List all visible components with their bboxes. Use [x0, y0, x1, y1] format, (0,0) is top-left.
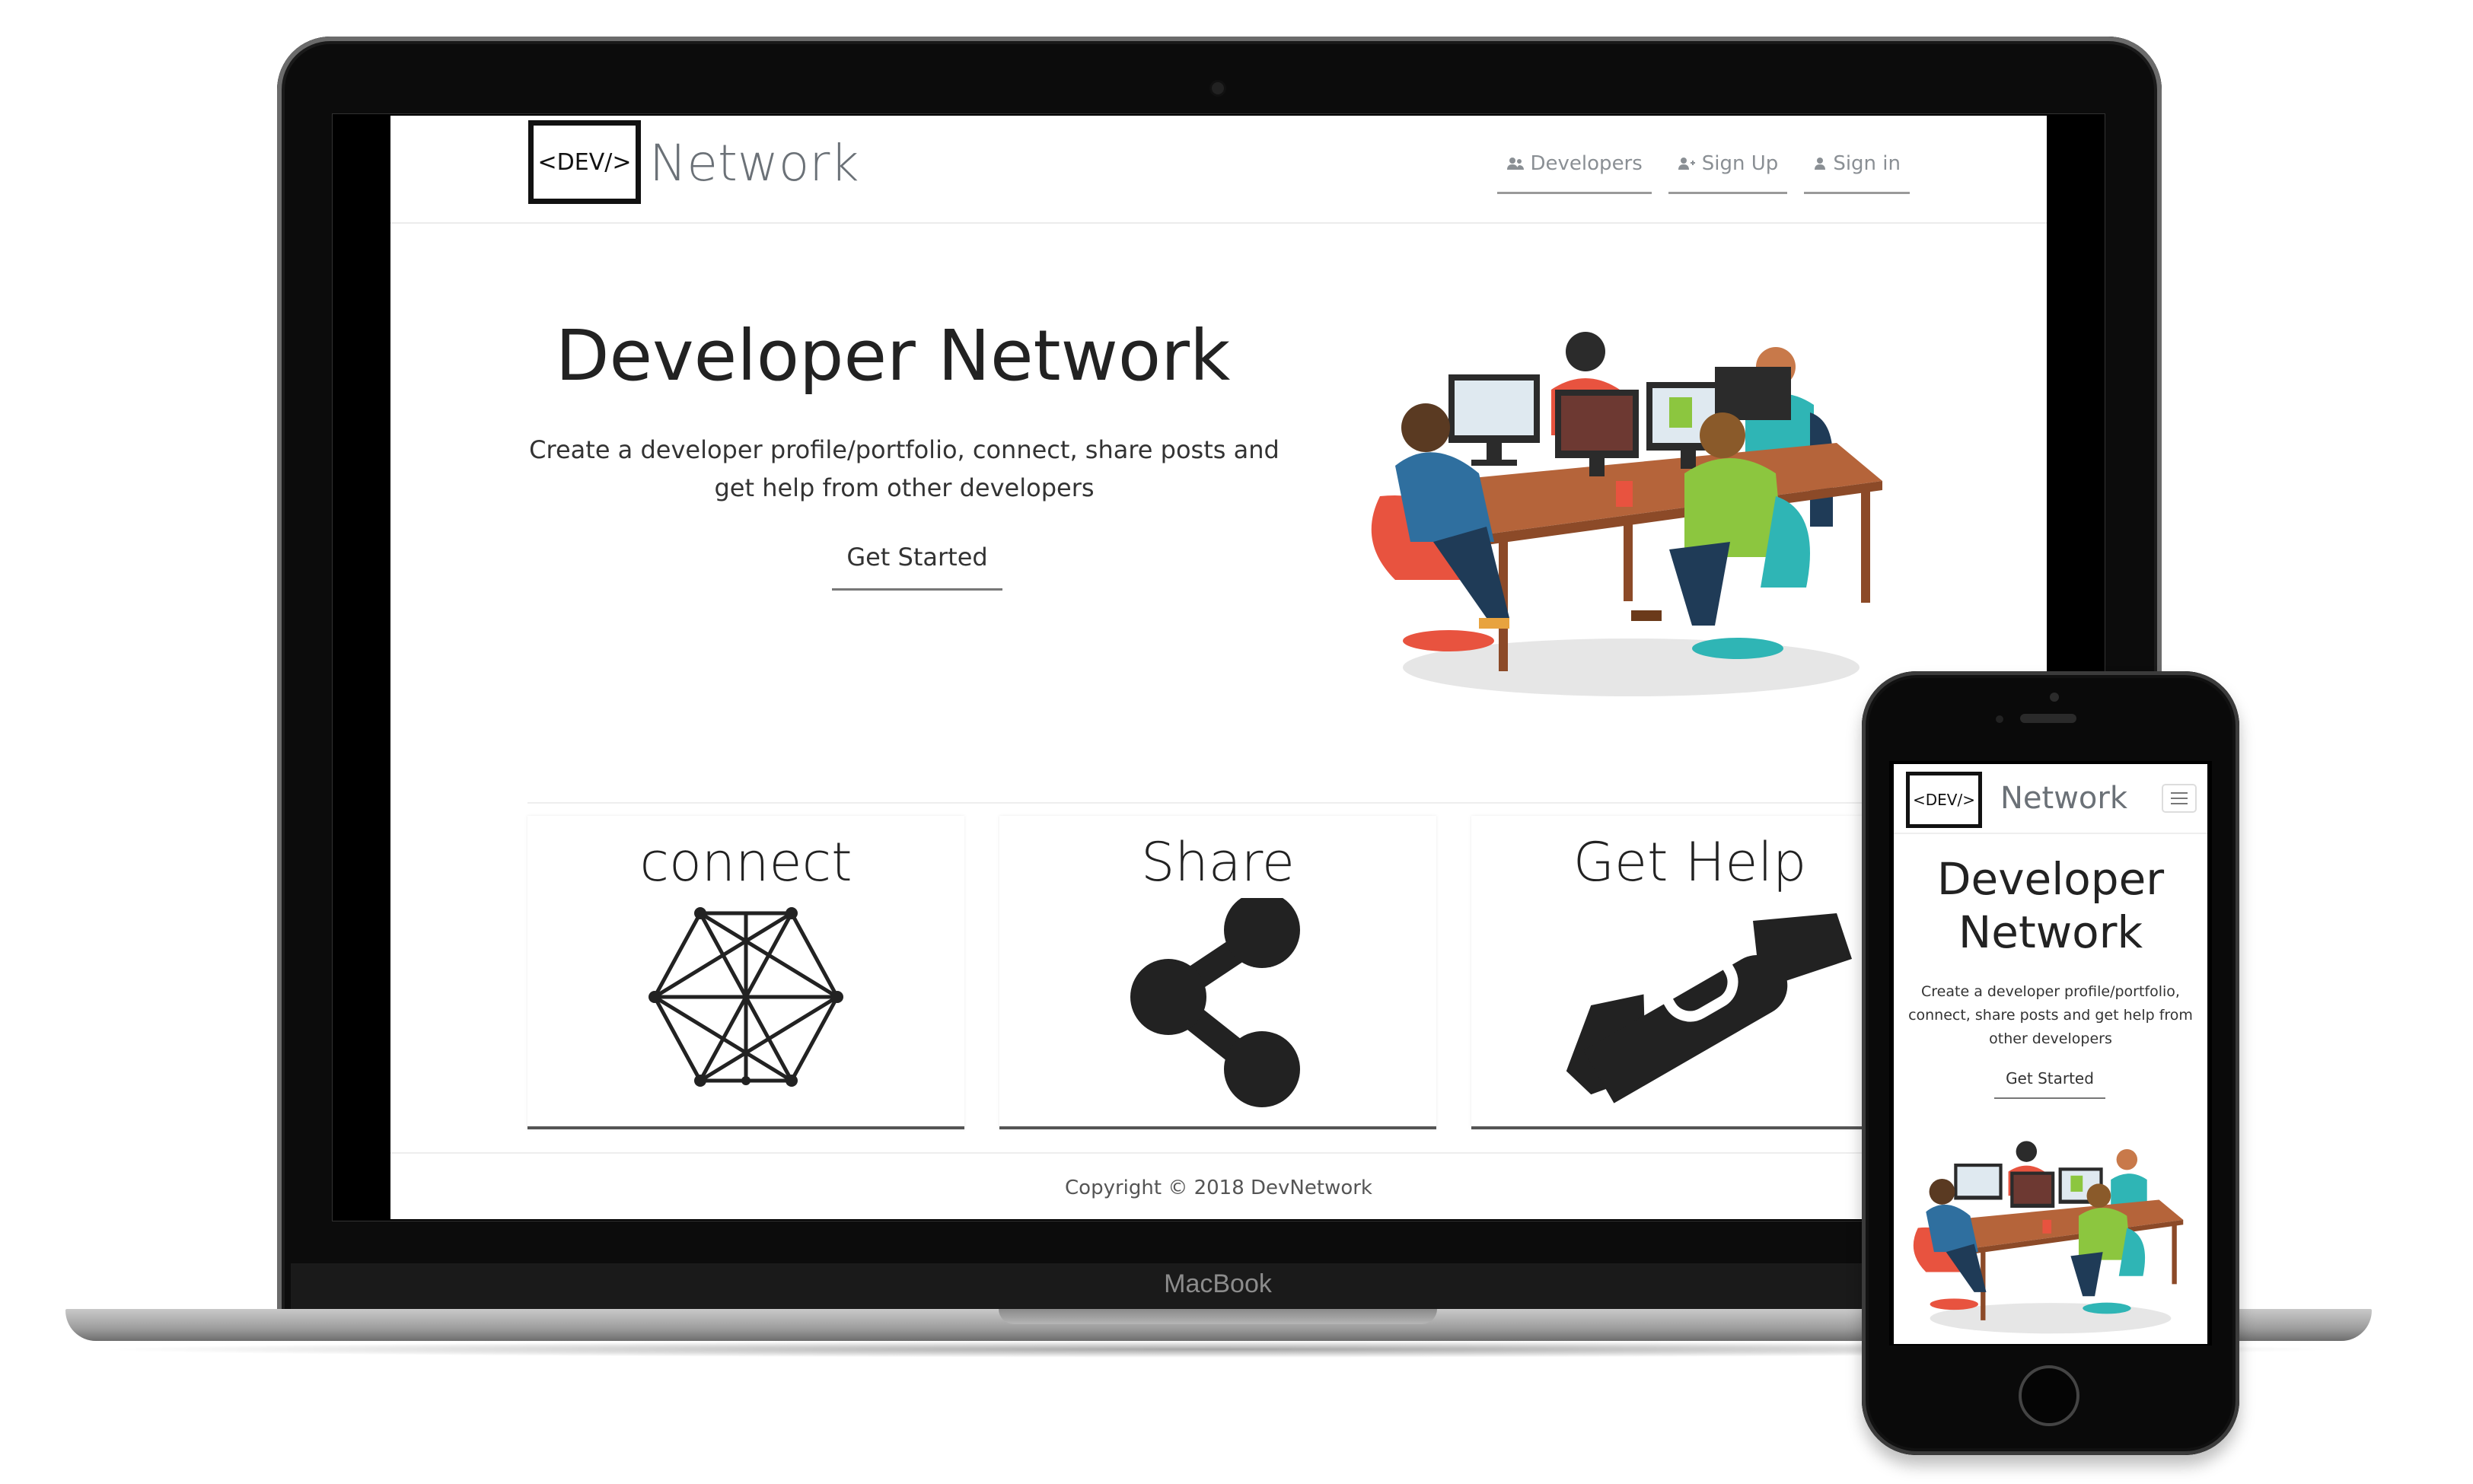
phone-speaker — [2020, 714, 2076, 723]
nav-signin-link[interactable]: Sign in — [1804, 152, 1910, 194]
share-card: Share — [999, 816, 1436, 1129]
handshake-icon — [1566, 913, 1852, 1103]
phone-sensor — [1996, 715, 2003, 723]
user-plus-icon — [1678, 158, 1695, 170]
network-hexagon-icon — [649, 907, 843, 1087]
mobile-logo-text[interactable]: Network — [2000, 781, 2127, 816]
mobile-developers-illustration — [1913, 1141, 2184, 1334]
get-help-card-title: Get Help — [1573, 831, 1807, 893]
nav-signup-label: Sign Up — [1701, 152, 1779, 175]
mobile-hero-subtitle: Create a developer profile/portfolio, co… — [1908, 983, 2193, 1047]
nav-signup-link[interactable]: Sign Up — [1668, 152, 1788, 194]
laptop-camera — [1212, 82, 1224, 94]
mobile-get-started-button[interactable]: Get Started — [1994, 1065, 2105, 1099]
share-card-title: Share — [1140, 831, 1295, 893]
get-help-card: Get Help — [1471, 816, 1908, 1129]
user-icon — [1815, 158, 1826, 170]
footer-divider — [390, 1152, 2047, 1154]
get-started-button[interactable]: Get Started — [832, 536, 1002, 591]
mobile-navbar: <DEV/> Network — [1894, 764, 2207, 834]
mobile-site: <DEV/> Network Developer Network Create … — [1894, 764, 2207, 1344]
hero-subtitle: Create a developer profile/portfolio, co… — [529, 435, 1280, 502]
mobile-logo-box[interactable]: <DEV/> — [1906, 772, 1982, 828]
developers-illustration — [1371, 332, 1882, 696]
navbar: <DEV/> Network Developers Sign Up Sign i… — [390, 116, 2047, 224]
mobile-hero-title: Developer Network — [1936, 853, 2165, 958]
connect-card: connect — [527, 816, 964, 1129]
cards-divider — [527, 802, 1898, 804]
nav-links: Developers Sign Up Sign in — [1496, 152, 1910, 194]
nav-developers-link[interactable]: Developers — [1496, 152, 1652, 194]
logo-box[interactable]: <DEV/> — [528, 120, 641, 204]
nav-developers-label: Developers — [1530, 152, 1643, 175]
logo-text[interactable]: Network — [649, 134, 859, 193]
desktop-site: <DEV/> Network Developers Sign Up Sign i… — [390, 116, 2047, 1219]
phone-home-button[interactable] — [2019, 1365, 2079, 1426]
share-icon — [1130, 898, 1300, 1107]
nav-signin-label: Sign in — [1833, 152, 1901, 175]
laptop-brand-label: MacBook — [1164, 1269, 1272, 1298]
hero-title: Developer Network — [555, 315, 1231, 396]
laptop-notch — [999, 1309, 1437, 1324]
hamburger-menu-icon[interactable] — [2162, 784, 2197, 813]
phone-camera — [2050, 693, 2059, 702]
footer-copyright: Copyright © 2018 DevNetwork — [1065, 1177, 1372, 1199]
users-icon — [1506, 158, 1524, 170]
connect-card-title: connect — [639, 831, 852, 893]
